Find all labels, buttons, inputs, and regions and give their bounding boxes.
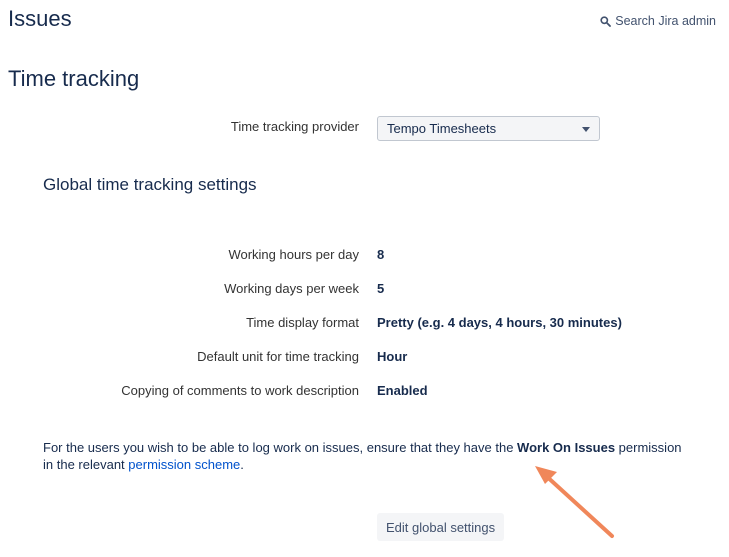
copy-comments-label: Copying of comments to work description [121,383,359,398]
edit-global-settings-button[interactable]: Edit global settings [377,513,505,541]
working-days-label: Working days per week [224,281,359,296]
copy-comments-value: Enabled [377,383,428,398]
working-hours-value: 8 [377,247,385,262]
permission-scheme-link[interactable]: permission scheme [128,457,240,472]
time-tracking-provider-select[interactable]: Tempo Timesheets [377,116,600,141]
note-prefix: For the users you wish to be able to log… [43,440,518,455]
section-title: Time tracking [8,66,140,91]
working-days-value: 5 [377,281,385,296]
page-title: Issues [8,6,72,31]
provider-label: Time tracking provider [230,119,359,134]
permission-name: Work On Issues [517,440,616,455]
search-jira-admin-link[interactable]: Search Jira admin [600,14,716,28]
search-icon [600,15,612,27]
permission-note: For the users you wish to be able to log… [43,439,683,473]
time-display-format-label: Time display format [246,315,359,330]
provider-selected-value: Tempo Timesheets [387,121,497,136]
time-display-format-value: Pretty (e.g. 4 days, 4 hours, 30 minutes… [377,315,622,330]
global-settings-title: Global time tracking settings [43,175,257,194]
working-hours-label: Working hours per day [228,247,359,262]
default-unit-label: Default unit for time tracking [197,349,359,364]
chevron-down-icon [582,127,590,132]
note-suffix: . [240,457,244,472]
search-jira-admin-label: Search Jira admin [615,14,716,28]
default-unit-value: Hour [377,349,408,364]
